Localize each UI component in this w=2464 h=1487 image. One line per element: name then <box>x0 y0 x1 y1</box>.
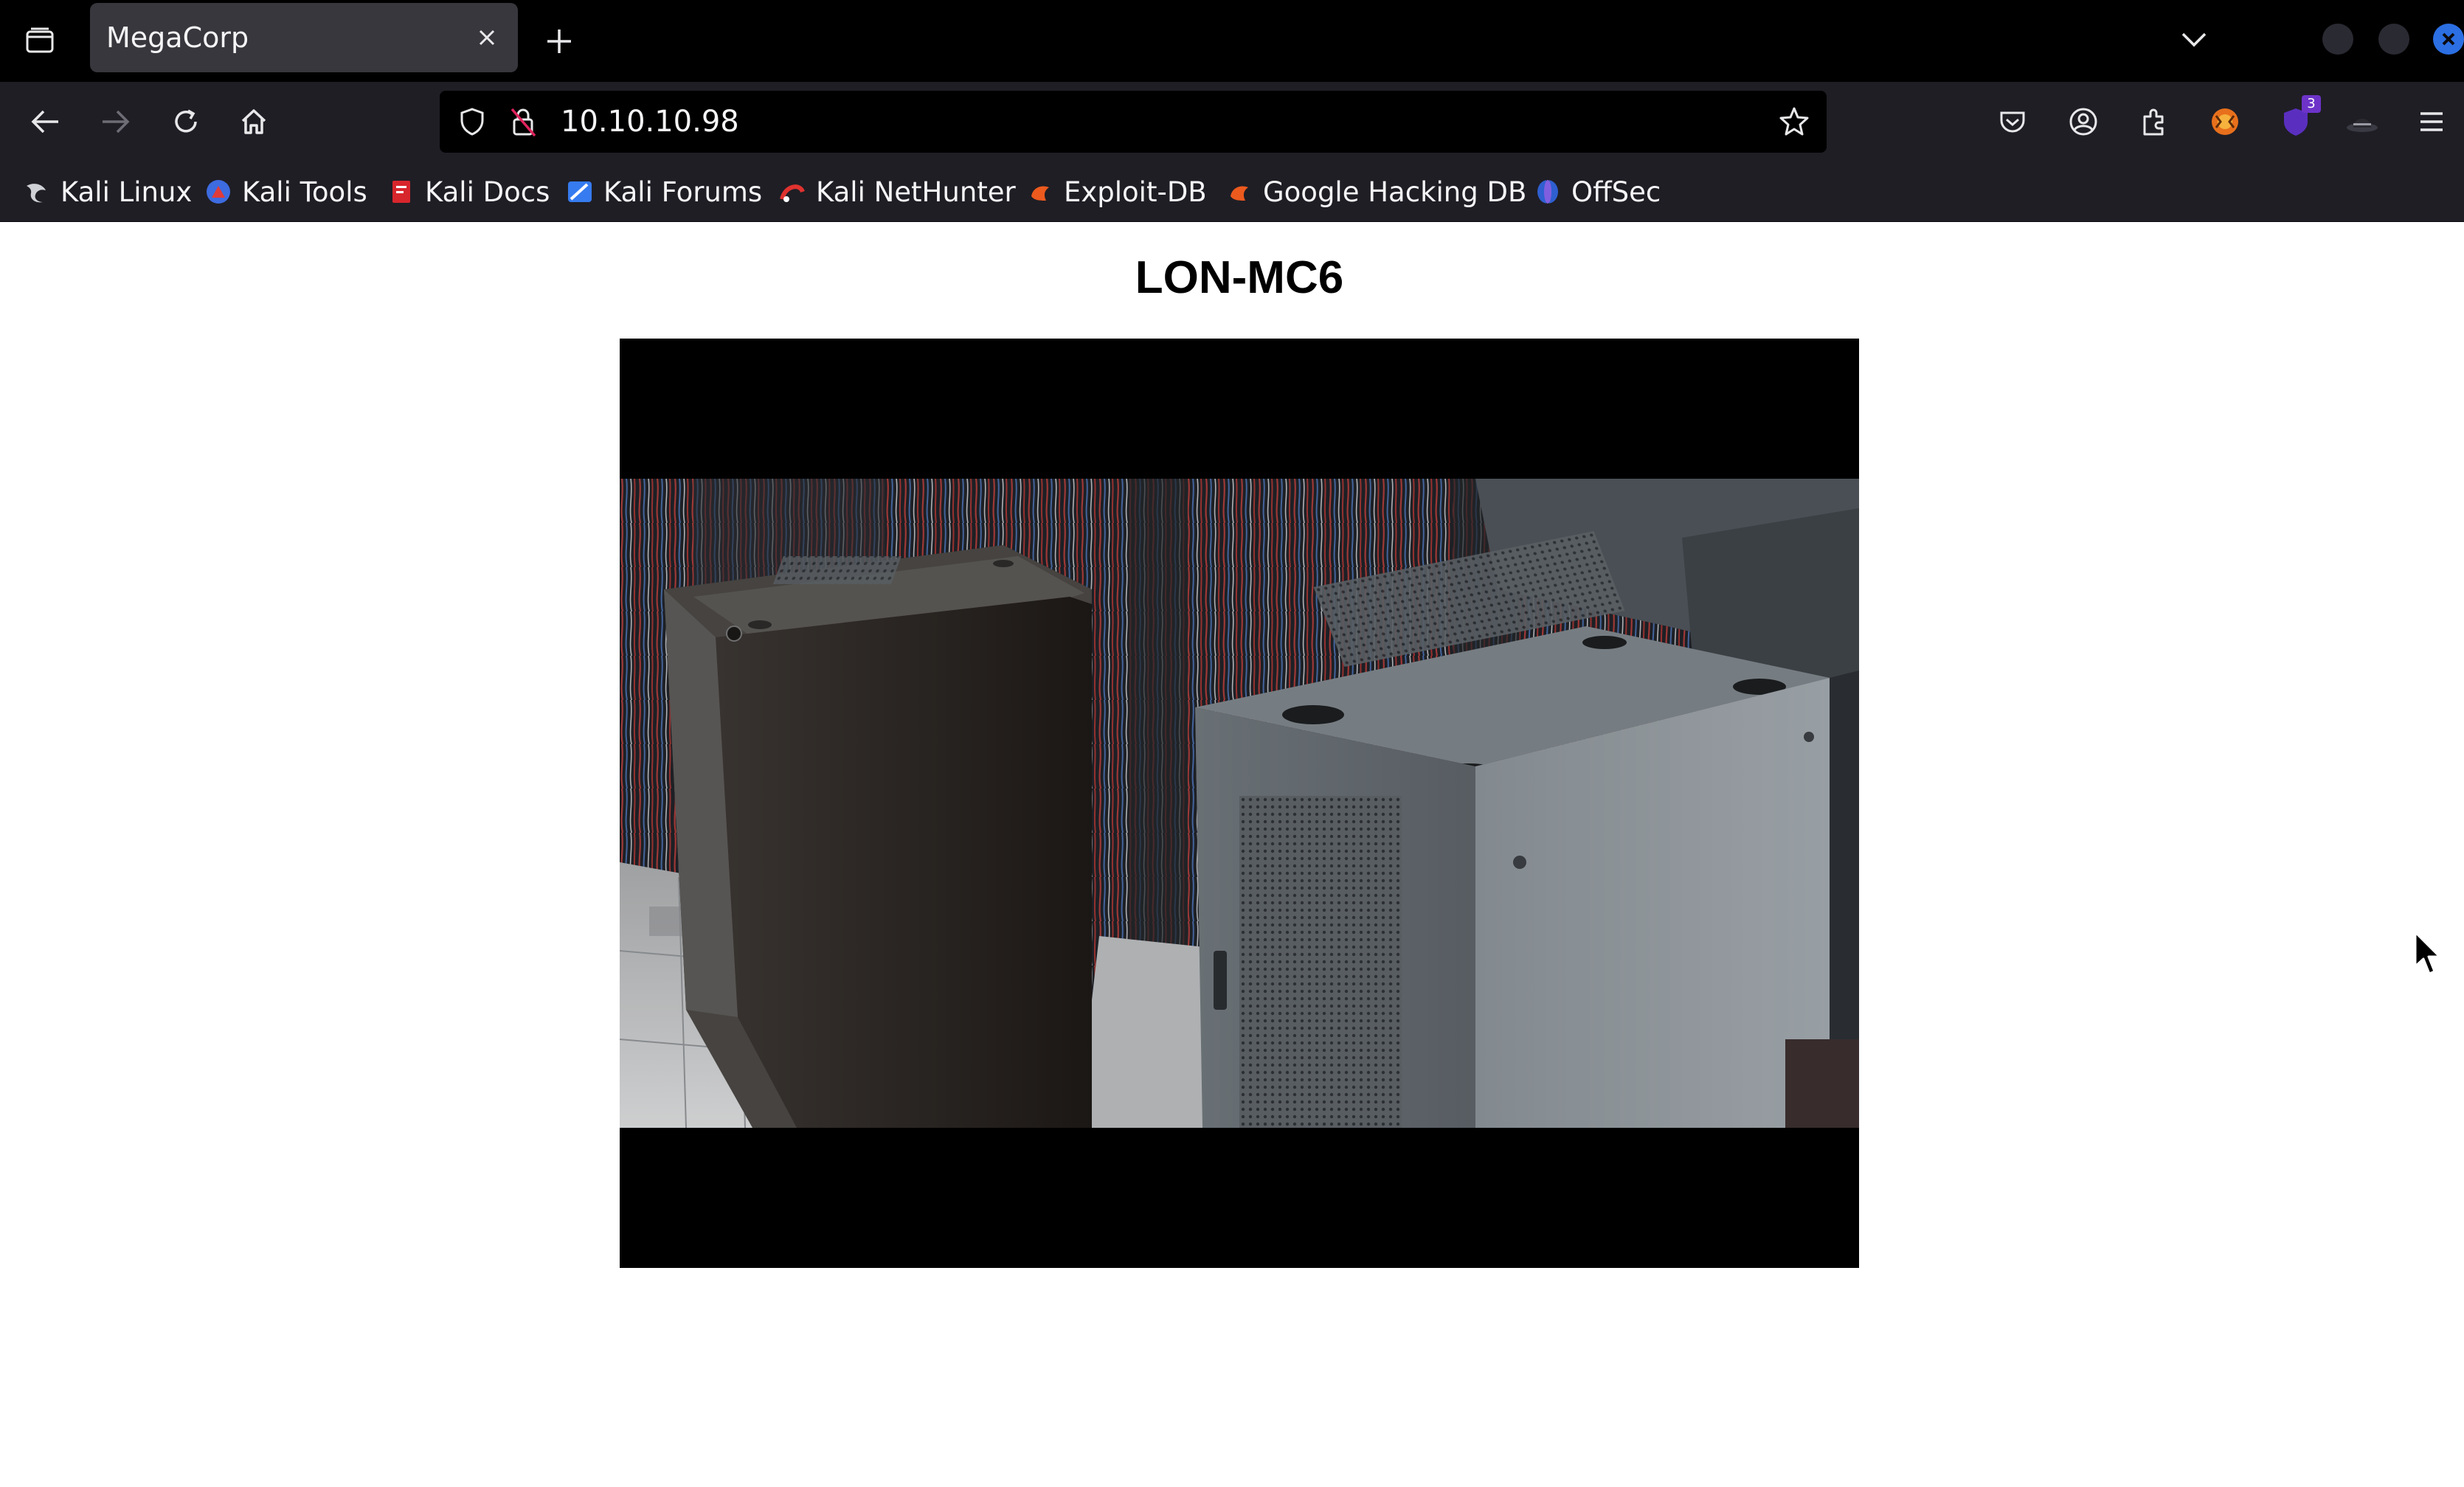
minimize-button[interactable] <box>2322 24 2353 55</box>
forward-arrow-icon[interactable] <box>93 100 137 144</box>
reload-icon[interactable] <box>164 100 208 144</box>
bookmark-offsec[interactable]: OffSec <box>1534 162 1661 222</box>
bookmarks-toolbar: Kali Linux Kali Tools Kali Docs Kali For… <box>0 162 2464 222</box>
bookmark-label: Kali Tools <box>242 176 367 208</box>
tab-title: MegaCorp <box>106 21 249 54</box>
camera-feed-image <box>620 479 1859 1128</box>
hamburger-menu-icon[interactable] <box>2411 101 2452 142</box>
extension-shield-icon[interactable]: 3 <box>2275 95 2321 142</box>
firefox-view-icon[interactable] <box>19 22 60 59</box>
bookmark-kali-tools[interactable]: Kali Tools <box>205 162 367 222</box>
bookmark-google-hacking-db[interactable]: Google Hacking DB <box>1226 162 1526 222</box>
bookmark-label: Kali Docs <box>425 176 550 208</box>
close-window-button[interactable] <box>2433 24 2464 55</box>
page-content: LON-MC6 <box>0 222 2464 1487</box>
kali-dragon-icon <box>24 178 50 205</box>
account-icon[interactable] <box>2063 101 2104 142</box>
close-tab-icon[interactable] <box>471 21 503 54</box>
bookmark-label: Exploit-DB <box>1064 176 1207 208</box>
bookmark-label: Google Hacking DB <box>1263 176 1527 208</box>
ghdb-icon <box>1226 178 1253 205</box>
navigation-toolbar: 10.10.10.98 3 <box>0 82 2464 162</box>
bookmark-kali-docs[interactable]: Kali Docs <box>388 162 550 222</box>
kali-nethunter-icon <box>779 178 806 205</box>
foxyproxy-extension-icon[interactable] <box>2204 101 2246 142</box>
tracking-protection-shield-icon[interactable] <box>454 104 490 139</box>
extensions-puzzle-icon[interactable] <box>2133 101 2175 142</box>
bookmark-star-icon[interactable] <box>1775 103 1813 141</box>
tab-megacorp[interactable]: MegaCorp <box>90 3 518 72</box>
new-tab-icon[interactable] <box>539 21 580 62</box>
offsec-icon <box>1534 178 1561 205</box>
bookmark-label: Kali Forums <box>603 176 763 208</box>
extension-badge: 3 <box>2302 95 2321 113</box>
home-icon[interactable] <box>232 100 276 144</box>
tab-strip: MegaCorp <box>0 0 2464 82</box>
mouse-cursor-icon <box>2414 931 2441 975</box>
camera-title: LON-MC6 <box>1135 252 1344 303</box>
bookmark-label: Kali Linux <box>60 176 193 208</box>
user-agent-hat-icon[interactable] <box>2342 101 2383 142</box>
list-all-tabs-icon[interactable] <box>2173 19 2215 60</box>
bookmark-kali-linux[interactable]: Kali Linux <box>24 162 192 222</box>
kali-tools-icon <box>205 178 232 205</box>
kali-docs-icon <box>388 178 415 205</box>
back-arrow-icon[interactable] <box>24 100 68 144</box>
url-text[interactable]: 10.10.10.98 <box>561 91 739 153</box>
camera-video-player[interactable] <box>620 339 1859 1268</box>
bookmark-kali-nethunter[interactable]: Kali NetHunter <box>779 162 1016 222</box>
bookmark-kali-forums[interactable]: Kali Forums <box>567 162 762 222</box>
exploit-db-icon <box>1027 178 1053 205</box>
insecure-lock-icon[interactable] <box>506 104 541 139</box>
bookmark-label: Kali NetHunter <box>816 176 1016 208</box>
bookmark-exploit-db[interactable]: Exploit-DB <box>1027 162 1207 222</box>
address-bar[interactable]: 10.10.10.98 <box>440 91 1827 153</box>
kali-forums-icon <box>567 178 593 205</box>
maximize-button[interactable] <box>2378 24 2409 55</box>
browser-window: MegaCorp 10.10.10.98 3 Kali Linux Kali T… <box>0 0 2464 1487</box>
pocket-icon[interactable] <box>1992 101 2033 142</box>
bookmark-label: OffSec <box>1571 176 1661 208</box>
